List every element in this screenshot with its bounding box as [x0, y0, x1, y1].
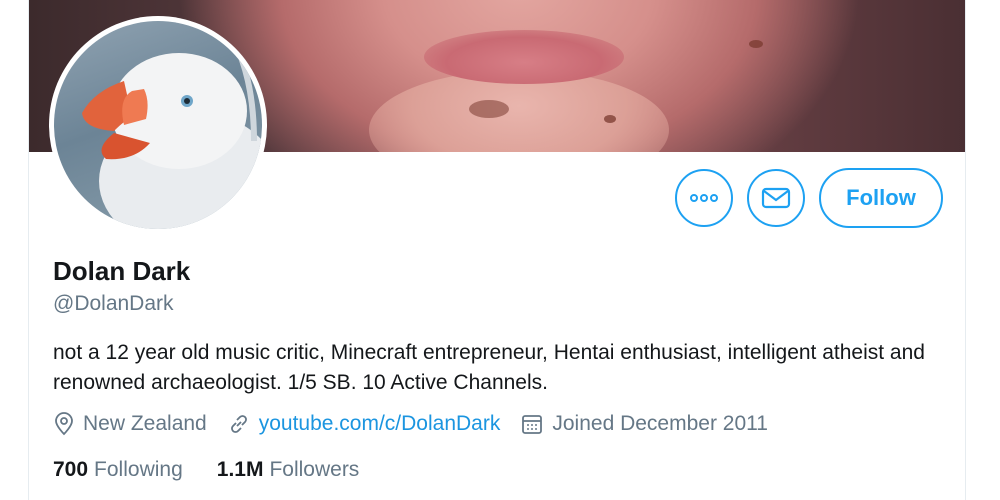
- followers-count: 1.1M: [216, 458, 264, 481]
- banner-spot: [469, 100, 509, 118]
- joined-text: Joined December 2011: [552, 412, 768, 435]
- profile-meta: New Zealand youtube.com/c/DolanDark Join…: [53, 412, 788, 436]
- avatar-frame[interactable]: [49, 16, 267, 234]
- avatar[interactable]: [54, 21, 262, 229]
- profile-page: Follow Dolan Dark @DolanDark not a 12 ye…: [0, 0, 1000, 500]
- location-text: New Zealand: [83, 412, 207, 435]
- location-pin-icon: [55, 412, 73, 436]
- profile-column: Follow Dolan Dark @DolanDark not a 12 ye…: [28, 0, 966, 500]
- goose-avatar-image: [82, 39, 262, 229]
- banner-spot: [604, 115, 616, 123]
- website-link[interactable]: youtube.com/c/DolanDark: [259, 412, 501, 436]
- calendar-icon: [522, 415, 543, 434]
- follow-button[interactable]: Follow: [819, 168, 943, 228]
- following-count: 700: [53, 458, 89, 481]
- banner-lips-shape: [424, 30, 624, 84]
- profile-handle: @DolanDark: [53, 292, 174, 315]
- display-name: Dolan Dark: [53, 256, 191, 286]
- message-button[interactable]: [747, 169, 805, 227]
- banner-spot: [749, 40, 763, 48]
- profile-actions: Follow: [675, 168, 943, 228]
- following-label: Following: [94, 458, 183, 481]
- joined-item: Joined December 2011: [520, 412, 768, 436]
- website-item[interactable]: youtube.com/c/DolanDark: [227, 412, 501, 436]
- more-button[interactable]: [675, 169, 733, 227]
- followers-stat[interactable]: 1.1M Followers: [217, 458, 360, 482]
- followers-label: Followers: [269, 458, 360, 481]
- profile-bio: not a 12 year old music critic, Minecraf…: [53, 341, 925, 394]
- link-icon: [230, 415, 247, 433]
- envelope-icon: [761, 187, 791, 209]
- profile-stats: 700 Following 1.1M Followers: [53, 458, 393, 482]
- more-dots-icon: [690, 194, 718, 202]
- following-stat[interactable]: 700 Following: [53, 458, 183, 482]
- location-item: New Zealand: [53, 412, 207, 436]
